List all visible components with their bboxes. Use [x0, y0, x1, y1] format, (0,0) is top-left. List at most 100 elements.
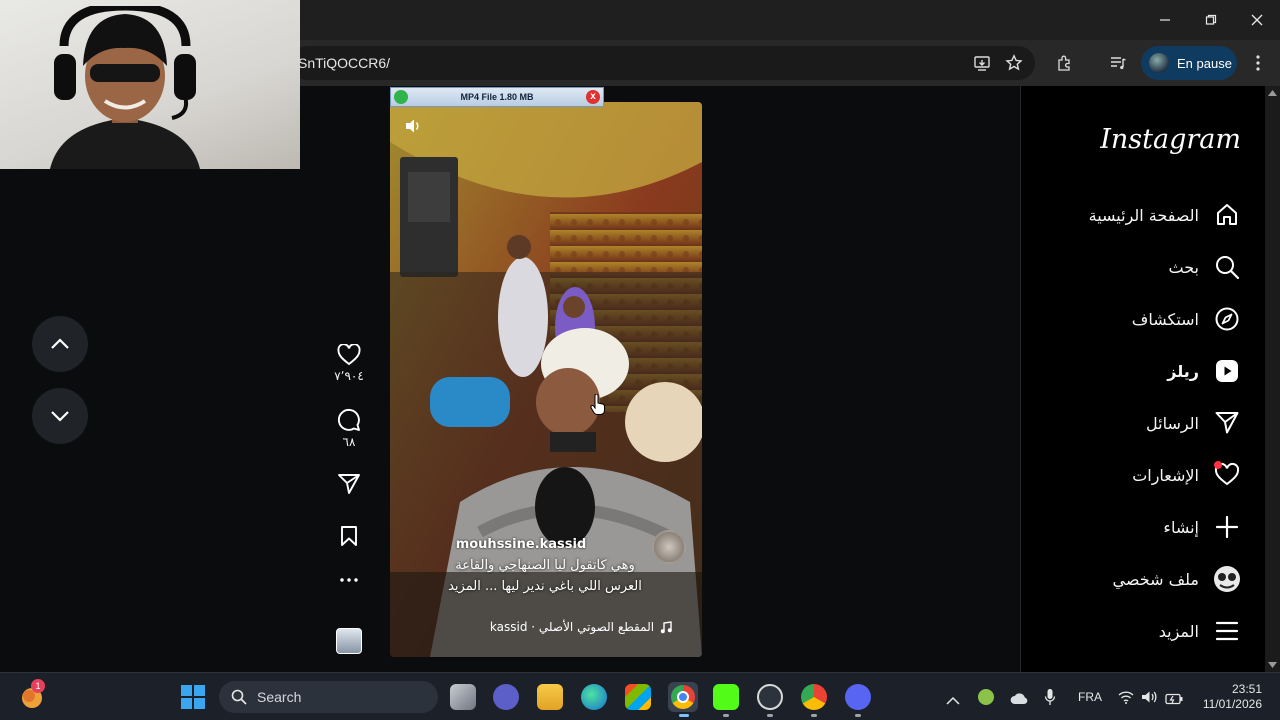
scroll-down-icon[interactable] [1268, 662, 1277, 668]
sidebar-item-label: إنشاء [1163, 517, 1199, 537]
windows-taskbar: 1 Search FRA 23:51 11/01/2026 [0, 672, 1280, 720]
sidebar-item-label: الإشعارات [1132, 465, 1199, 485]
wifi-icon[interactable] [1118, 689, 1134, 708]
widgets-icon[interactable]: 1 [19, 679, 47, 710]
minimize-icon[interactable] [1150, 8, 1180, 32]
address-bar[interactable]: SnTiQOCCR6/ [290, 46, 1035, 80]
sidebar-item-label: بحث [1168, 257, 1200, 277]
volume-icon[interactable] [1141, 689, 1158, 708]
sidebar-item-label: الرسائل [1146, 413, 1199, 433]
install-app-icon[interactable] [972, 53, 992, 73]
battery-icon[interactable] [1165, 690, 1184, 709]
bookmark-icon[interactable] [339, 525, 359, 547]
restore-icon[interactable] [1196, 8, 1226, 32]
send-icon[interactable] [337, 473, 361, 495]
reel-caption-line-2[interactable]: العرس اللي باغي ندير ليها ... المزيد [400, 579, 690, 594]
edge-icon[interactable] [581, 684, 607, 710]
compass-icon [1213, 305, 1241, 333]
menu-icon [1213, 617, 1241, 645]
kebab-menu-icon[interactable] [1248, 53, 1268, 73]
chrome-active-icon[interactable] [668, 682, 698, 712]
close-icon[interactable] [1242, 8, 1272, 32]
page-scrollbar[interactable] [1265, 86, 1280, 672]
heart-icon [1213, 461, 1241, 489]
extensions-icon[interactable] [1055, 53, 1075, 73]
notification-badge: 1 [31, 679, 45, 693]
discord-icon[interactable] [845, 684, 871, 710]
tray-overflow-icon[interactable] [946, 690, 960, 709]
taskbar-search[interactable]: Search [219, 681, 438, 713]
url-text[interactable]: SnTiQOCCR6/ [298, 55, 390, 71]
play-icon[interactable] [394, 90, 408, 104]
running-indicator [767, 714, 773, 717]
close-icon[interactable]: x [586, 90, 600, 104]
audio-thumbnail[interactable] [336, 628, 362, 654]
sidebar-item-explore[interactable]: استكشاف [1132, 303, 1241, 335]
profile-paused-button[interactable]: En pause [1141, 46, 1237, 80]
heart-icon[interactable] [337, 344, 361, 366]
profile-avatar-icon [1213, 565, 1241, 593]
taskbar-search-label: Search [257, 689, 302, 705]
obs-icon[interactable] [757, 684, 783, 710]
comment-count: ٦٨ [342, 435, 356, 449]
search-icon [1213, 253, 1241, 281]
store-icon[interactable] [625, 684, 651, 710]
audio-label: kassid · المقطع الصوتي الأصلي [489, 620, 655, 634]
music-note-icon [660, 620, 672, 633]
profile-paused-label: En pause [1177, 55, 1232, 71]
more-dots-icon[interactable] [340, 578, 358, 582]
download-badge[interactable]: MP4 File 1.80 MB x [390, 87, 604, 107]
sidebar-item-search[interactable]: بحث [1169, 251, 1242, 283]
screen: SnTiQOCCR6/ En pause MP4 File 1.80 MB x … [0, 0, 1280, 720]
kick-icon[interactable] [713, 684, 739, 710]
sidebar-item-label: المزيد [1158, 621, 1199, 641]
language-indicator[interactable]: FRA [1078, 690, 1102, 704]
previous-reel-button[interactable] [32, 316, 88, 372]
reel-username[interactable]: mouhssine.kassid [400, 537, 642, 552]
sidebar-item-reels[interactable]: ريلز [1167, 355, 1241, 387]
cloud-icon[interactable] [1010, 690, 1028, 709]
sidebar-item-label: استكشاف [1131, 309, 1199, 329]
file-explorer-icon[interactable] [537, 684, 563, 710]
sidebar-item-home[interactable]: الصفحة الرئيسية [1089, 199, 1241, 231]
microphone-icon[interactable] [1044, 688, 1056, 710]
sidebar-item-more[interactable]: المزيد [1159, 615, 1241, 647]
sidebar-item-profile[interactable]: ملف شخصي [1113, 563, 1241, 595]
more-options-action[interactable] [334, 578, 364, 582]
comment-action[interactable]: ٦٨ [334, 408, 364, 449]
webcam-person [50, 6, 200, 169]
bookmark-star-icon[interactable] [1004, 53, 1024, 73]
chevron-down-icon [51, 411, 69, 422]
scroll-up-icon[interactable] [1268, 90, 1277, 96]
running-indicator [723, 714, 729, 717]
webcam-overlay [0, 0, 300, 169]
reel-video-frame [390, 102, 702, 657]
sidebar-item-label: الصفحة الرئيسية [1088, 205, 1199, 225]
teams-icon[interactable] [493, 684, 519, 710]
chevron-up-icon [51, 338, 69, 349]
next-reel-button[interactable] [32, 388, 88, 444]
task-view-icon[interactable] [450, 684, 476, 710]
search-icon [231, 689, 247, 705]
running-indicator [679, 714, 689, 717]
volume-icon[interactable] [404, 118, 422, 138]
instagram-sidebar: Instagram الصفحة الرئيسية بحث استكشاف ري… [1020, 86, 1265, 672]
tray-app-icon[interactable] [978, 689, 994, 705]
sidebar-item-notifications[interactable]: الإشعارات [1132, 459, 1241, 491]
reel-video[interactable] [390, 102, 702, 657]
original-audio-link[interactable]: kassid · المقطع الصوتي الأصلي [476, 615, 686, 639]
comment-icon[interactable] [337, 408, 361, 432]
system-clock[interactable]: 23:51 11/01/2026 [1196, 682, 1262, 712]
instagram-logo[interactable]: Instagram [1100, 124, 1241, 155]
clock-time: 23:51 [1231, 682, 1262, 696]
like-action[interactable]: ٧٬٩٠٤ [334, 344, 364, 383]
sidebar-item-messages[interactable]: الرسائل [1146, 407, 1241, 439]
running-indicator [811, 714, 817, 717]
share-action[interactable] [334, 473, 364, 495]
clock-date: 11/01/2026 [1202, 697, 1262, 711]
windows-start-icon[interactable] [181, 685, 205, 713]
sidebar-item-create[interactable]: إنشاء [1163, 511, 1241, 543]
media-control-icon[interactable] [1108, 53, 1128, 73]
chrome-profile-icon[interactable] [801, 684, 827, 710]
save-action[interactable] [334, 525, 364, 547]
